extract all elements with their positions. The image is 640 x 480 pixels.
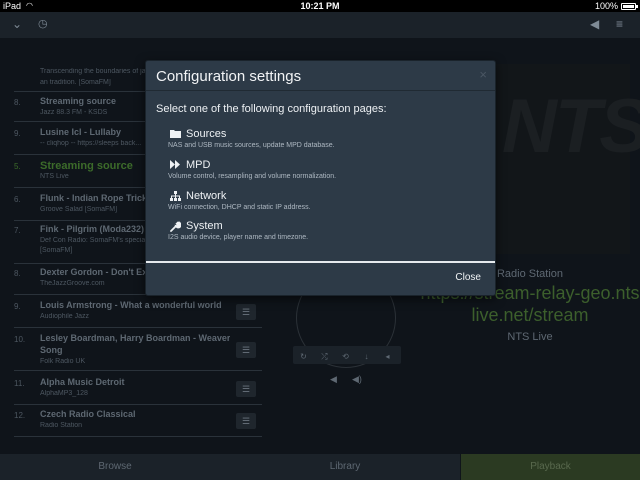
- list-item-source: Jazz 88.3 FM - KSDS: [40, 109, 108, 116]
- close-button[interactable]: Close: [455, 272, 481, 283]
- list-item-title: Louis Armstrong - What a wonderful world: [40, 300, 222, 310]
- wrench-icon: [168, 221, 182, 235]
- cover-logo: NTS: [502, 84, 640, 169]
- shuffle-icon[interactable]: ⤮: [314, 348, 335, 366]
- list-item-number: 5.: [14, 162, 21, 171]
- list-item-source: AlphaMP3_128: [40, 390, 88, 397]
- prev-icon[interactable]: ◂: [377, 348, 398, 366]
- option-desc: Volume control, resampling and volume no…: [168, 173, 337, 180]
- list-item-title: Streaming source: [40, 96, 117, 106]
- list-item[interactable]: 11. Alpha Music Detroit AlphaMP3_128 ☰: [14, 377, 262, 405]
- list-item-number: 10.: [14, 335, 26, 344]
- list-item-source: Def Con Radio: SomaFM's specia...: [40, 237, 152, 244]
- list-item-source: Groove Salad [SomaFM]: [40, 206, 118, 213]
- list-item-number: 8.: [14, 269, 21, 278]
- volume-up-icon[interactable]: ◀): [352, 374, 362, 385]
- list-item-menu-button[interactable]: ☰: [236, 342, 256, 358]
- list-item-source: NTS Live: [40, 173, 69, 180]
- option-label[interactable]: Network: [186, 190, 226, 202]
- list-item[interactable]: 9. Louis Armstrong - What a wonderful wo…: [14, 300, 262, 328]
- close-icon[interactable]: ×: [479, 67, 487, 82]
- menu-icon[interactable]: ≡: [616, 17, 623, 31]
- option-desc: NAS and USB music sources, update MPD da…: [168, 142, 335, 149]
- list-item-title-cont: Song: [40, 345, 63, 355]
- list-item-number: 9.: [14, 129, 21, 138]
- list-item-menu-button[interactable]: ☰: [236, 381, 256, 397]
- refresh-icon[interactable]: ⟲: [335, 348, 356, 366]
- battery-icon: [621, 3, 638, 10]
- volume-icon[interactable]: ◀: [590, 17, 599, 31]
- list-item-source: Folk Radio UK: [40, 358, 86, 365]
- option-label[interactable]: MPD: [186, 159, 210, 171]
- fast-forward-icon: [168, 160, 182, 172]
- list-item-desc: an tradition. [SomaFM]: [40, 79, 111, 86]
- list-item-number: 7.: [14, 226, 21, 235]
- list-item-source: Radio Station: [40, 422, 83, 429]
- download-icon[interactable]: ↓: [356, 348, 377, 366]
- bottom-tabs: Browse Library Playback: [0, 454, 640, 480]
- list-item-menu-button[interactable]: ☰: [236, 304, 256, 320]
- list-item-source: -- cliqhop -- https://sleeps back...: [40, 140, 142, 147]
- list-item-number: 11.: [14, 379, 25, 388]
- battery-percent: 100%: [594, 1, 618, 11]
- network-icon: [168, 191, 182, 204]
- list-item-number: 6.: [14, 195, 21, 204]
- status-time: 10:21 PM: [300, 1, 340, 11]
- folder-icon: [168, 129, 182, 141]
- list-item-desc: Transcending the boundaries of ja...: [40, 68, 152, 75]
- option-label[interactable]: System: [186, 220, 223, 232]
- tab-browse[interactable]: Browse: [0, 454, 230, 480]
- list-item-title: Flunk - Indian Rope Trick: [40, 193, 148, 203]
- list-item[interactable]: 10. Lesley Boardman, Harry Boardman - We…: [14, 333, 262, 371]
- modal-title: Configuration settings: [156, 68, 302, 85]
- list-item[interactable]: 12. Czech Radio Classical Radio Station …: [14, 409, 262, 437]
- chevron-down-icon[interactable]: ⌄: [12, 17, 22, 31]
- list-item-source: TheJazzGroove.com: [40, 280, 105, 287]
- list-item-title: Lesley Boardman, Harry Boardman - Weaver…: [40, 333, 230, 343]
- list-item-source: Audiophile Jazz: [40, 313, 90, 320]
- modal-footer: Close: [146, 261, 495, 295]
- option-desc: WiFi connection, DHCP and static IP addr…: [168, 204, 311, 211]
- volume-down-icon[interactable]: ◀: [330, 374, 337, 385]
- repeat-icon[interactable]: ↻: [293, 348, 314, 366]
- list-item-title: Streaming source: [40, 160, 133, 172]
- list-item-title: Lusine Icl - Lullaby: [40, 127, 122, 137]
- playback-controls: ↻ ⤮ ⟲ ↓ ◂: [293, 346, 401, 364]
- modal-header: Configuration settings ×: [146, 61, 495, 91]
- tab-playback[interactable]: Playback: [461, 454, 640, 480]
- app-header: ⌄ ◷ ◀ ≡: [0, 12, 640, 38]
- list-item-number: 9.: [14, 302, 21, 311]
- list-item-menu-button[interactable]: ☰: [236, 413, 256, 429]
- option-desc: I2S audio device, player name and timezo…: [168, 234, 309, 241]
- list-item-title: Alpha Music Detroit: [40, 377, 125, 387]
- clock-icon[interactable]: ◷: [38, 17, 48, 30]
- list-item-title: Czech Radio Classical: [40, 409, 136, 419]
- option-label[interactable]: Sources: [186, 128, 226, 140]
- list-item-title: Fink - Pilgrim (Moda232): [40, 224, 145, 234]
- station-name: NTS Live: [507, 331, 553, 343]
- configuration-modal: Configuration settings × Select one of t…: [145, 60, 496, 296]
- list-item-number: 8.: [14, 98, 21, 107]
- tab-library[interactable]: Library: [230, 454, 460, 480]
- status-bar: iPad ◠ 10:21 PM 100%: [0, 0, 640, 12]
- modal-intro: Select one of the following configuratio…: [156, 103, 387, 115]
- list-item-number: 12.: [14, 411, 26, 420]
- list-item-source-extra: [SomaFM]: [40, 247, 73, 254]
